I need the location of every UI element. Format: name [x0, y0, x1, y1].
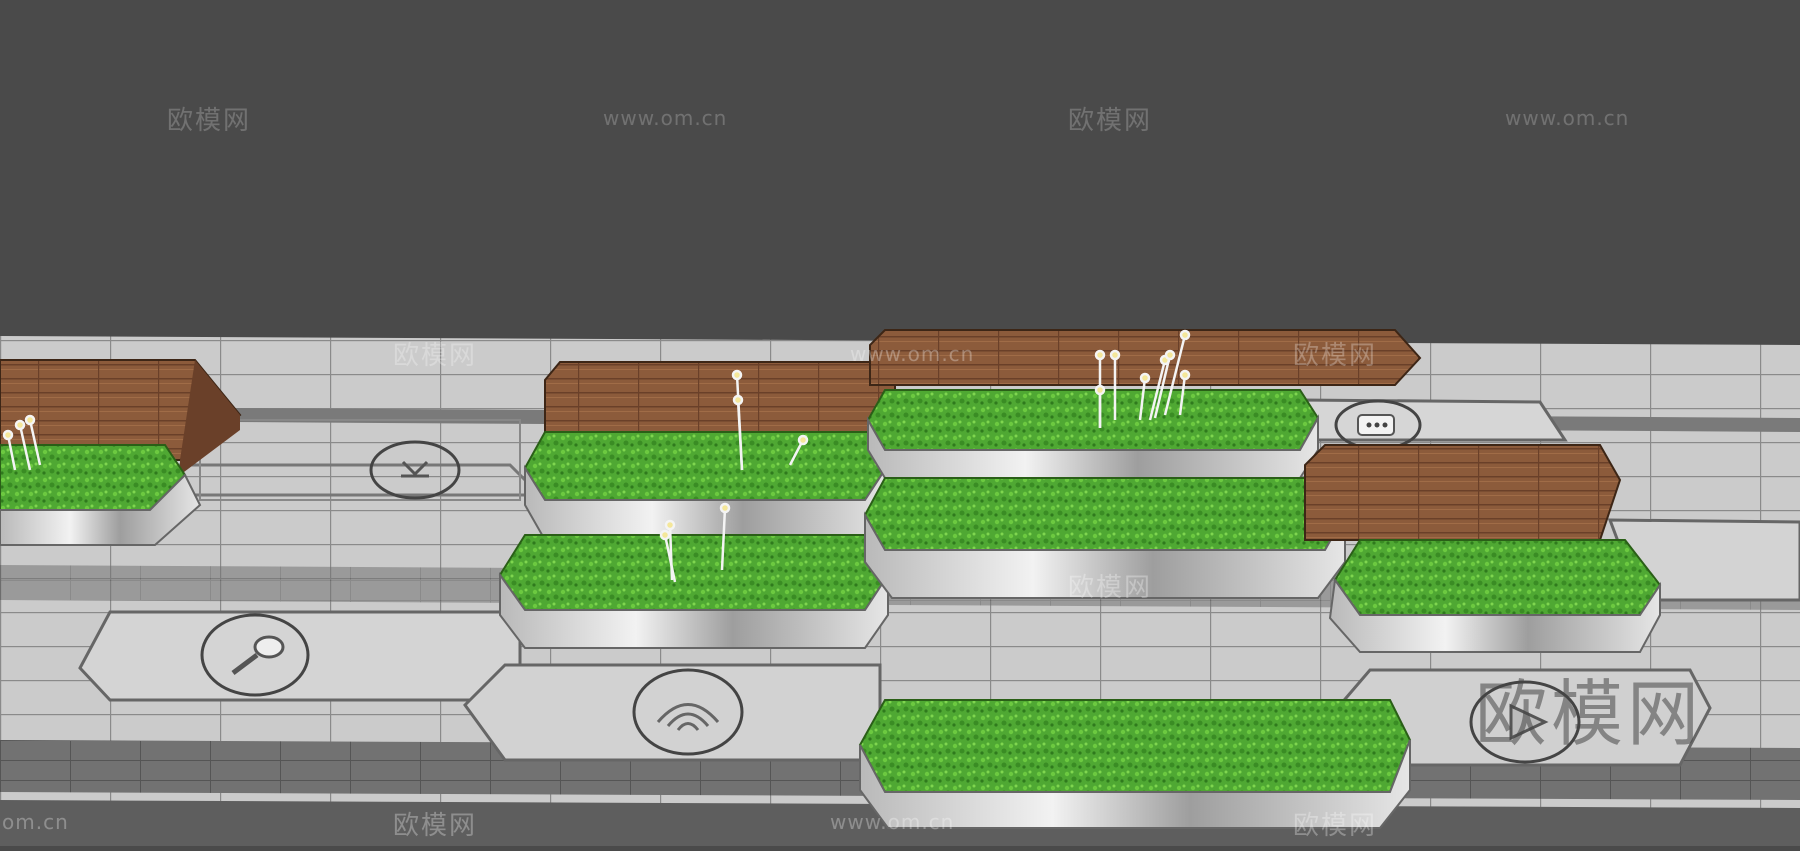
watermark-url-partial: om.cn — [2, 810, 69, 834]
watermark-brand: 欧模网 — [393, 811, 478, 841]
watermark-brand: 欧模网 — [1293, 341, 1378, 371]
watermark-brand: 欧模网 — [167, 106, 252, 136]
watermark-brand: 欧模网 — [1068, 573, 1153, 603]
pad-wifi — [463, 663, 882, 762]
planter-center-left-lower — [498, 534, 890, 649]
watermark-brand: 欧模网 — [1068, 106, 1153, 136]
watermark-brand-large: 欧模网 — [1475, 672, 1704, 756]
watermark-url: www.om.cn — [1505, 106, 1630, 130]
bench-center-left — [544, 361, 896, 436]
watermark-url: www.om.cn — [830, 810, 955, 834]
watermark-brand: 欧模网 — [1293, 811, 1378, 841]
watermark-url: www.om.cn — [850, 342, 975, 366]
landscape-render: 欧模网 www.om.cn 欧模网 www.om.cn 欧模网 www.om.c… — [0, 0, 1800, 846]
planter-center-left-upper — [523, 431, 890, 541]
bench-right — [1304, 444, 1622, 541]
watermark-url: www.om.cn — [603, 106, 728, 130]
planter-right — [1328, 539, 1662, 653]
pad-search — [78, 610, 522, 702]
planter-left — [0, 444, 202, 546]
planter-center-top — [866, 389, 1320, 479]
watermark-brand: 欧模网 — [393, 341, 478, 371]
